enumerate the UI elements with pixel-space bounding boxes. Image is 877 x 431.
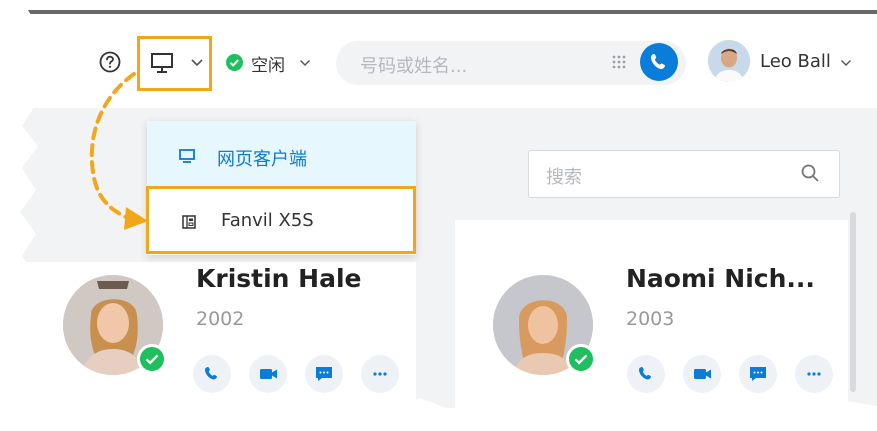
torn-edge-left [0,0,38,431]
dial-search-placeholder: 号码或姓名... [360,56,468,77]
available-check-icon [137,344,167,374]
user-name[interactable]: Leo Ball [760,51,831,72]
contact-name[interactable]: Kristin Hale [196,264,362,293]
screenshot-frame: 空闲 号码或姓名... Leo Ball 搜索 Kristin Hale 200… [0,0,877,431]
menu-item-label: Fanvil X5S [221,210,314,231]
monitor-icon [179,149,195,163]
menu-item-label: 网页客户端 [217,149,307,170]
menu-item-fanvil-x5s[interactable]: Fanvil X5S [146,186,416,254]
status-label[interactable]: 空闲 [251,51,285,76]
scrollbar[interactable] [850,212,856,392]
user-chevron-down-icon[interactable] [840,58,852,68]
user-avatar[interactable] [708,40,750,82]
call-button[interactable] [640,43,678,81]
contact-name[interactable]: Naomi Nich... [626,264,815,293]
search-icon[interactable] [800,163,820,183]
status-available-icon [226,54,243,71]
torn-edge-bottom [0,396,877,431]
menu-item-web-client[interactable]: 网页客户端 [147,121,416,187]
dialpad-icon[interactable] [611,54,627,72]
status-chevron-down-icon[interactable] [299,58,311,68]
desk-phone-icon [182,215,196,229]
contact-extension: 2002 [196,308,245,330]
available-check-icon [566,344,596,374]
contact-extension: 2003 [626,308,675,330]
annotation-arrow-icon [89,72,148,230]
device-chevron-down-icon[interactable] [190,57,204,69]
contact-search-placeholder: 搜索 [546,167,582,188]
